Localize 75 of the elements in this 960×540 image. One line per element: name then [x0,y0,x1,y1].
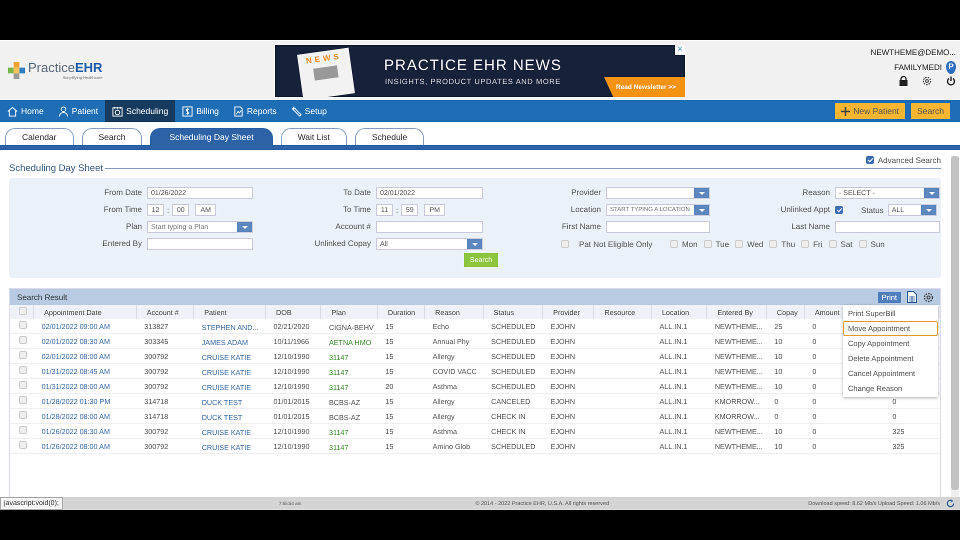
location-pin[interactable]: P [946,61,956,74]
nav-item[interactable]: Setup [284,100,334,122]
field-label: To Time [342,204,371,216]
field-label: Provider [570,187,601,199]
field-label: Account # [334,221,371,233]
field-label: Location [570,204,601,216]
caret-icon [467,239,482,249]
field-label: Entered By [101,238,142,250]
time-separator: : [396,206,398,214]
user-name[interactable]: NEWTHEME@DEMO... [870,48,956,57]
checkbox-label: Sun [870,240,885,248]
settings-icon[interactable] [922,76,932,86]
logo-text: PracticeEHR [28,60,102,74]
first-name-field[interactable] [606,221,710,233]
refresh-icon[interactable] [946,499,955,508]
section-title: Scheduling Day Sheet [9,162,104,174]
field-label: Last Name [790,221,830,233]
checkbox-label: Wed [747,240,764,248]
logo-icon [7,60,26,80]
spreadsheet-icon[interactable] [907,291,917,303]
caret-icon [920,205,936,215]
news-label: NEWS [305,52,342,66]
caret-icon [694,205,709,215]
nav-item[interactable]: Patient [50,100,106,122]
tab[interactable]: Schedule [354,128,424,145]
last-name-field[interactable] [835,221,940,233]
tab[interactable]: Scheduling Day Sheet [150,128,273,145]
new-patient-button[interactable]: New Patient [835,103,906,119]
time-separator: : [167,206,170,214]
checkbox[interactable] [835,206,843,214]
tab[interactable]: Search [82,128,142,145]
scrollbar[interactable] [951,156,959,497]
checkbox-label: Fri [813,240,822,248]
field-label: From Time [102,204,142,216]
settings-icon[interactable] [923,292,934,302]
practice-name[interactable]: FAMILYMEDI [894,63,942,72]
checkbox-label: Mon [682,240,698,248]
search-button[interactable]: Search [911,103,950,119]
power-icon[interactable] [946,76,956,86]
checkbox-label: Pat Not Eligible Only [579,240,652,248]
home-icon [7,106,18,116]
plus-icon [841,106,850,116]
nav-item[interactable]: Scheduling [105,100,176,122]
caret-icon [237,222,252,232]
calendar-icon [112,106,124,116]
wrench-icon [290,106,302,116]
account-field[interactable] [376,221,483,233]
checkbox-label: Tue [716,240,730,248]
field-label: Plan [124,221,142,233]
caret-icon [694,188,709,198]
provider-dropdown[interactable] [606,187,710,199]
nav-item[interactable]: Billing [175,100,226,122]
lock-icon[interactable] [899,76,908,86]
checkbox[interactable] [866,156,874,164]
chart-icon [232,106,244,116]
nav-item[interactable]: Reports [226,100,284,122]
field-label: Unlinked Copay [314,238,371,250]
nav-item[interactable]: Home [0,100,51,122]
tab[interactable]: Calendar [5,128,74,145]
checkbox-label: Sat [840,240,853,248]
banner-title: PRACTICE EHR NEWS [384,56,562,74]
caret-icon [924,188,939,198]
person-icon [58,106,69,116]
entered-by-field[interactable] [147,238,253,250]
dollar-icon [182,106,194,116]
checkbox-label: Advanced Search [878,156,941,164]
results-title: Search Result [17,292,68,302]
tab[interactable]: Wait List [280,128,347,145]
field-label: Unlinked Appt [780,205,830,214]
field-label: From Date [103,187,142,199]
field-label: First Name [560,221,601,233]
field-label: Reason [801,187,830,199]
field-label: Status [861,206,884,214]
checkbox-label: Thu [781,240,796,248]
field-label: To Date [342,187,371,199]
